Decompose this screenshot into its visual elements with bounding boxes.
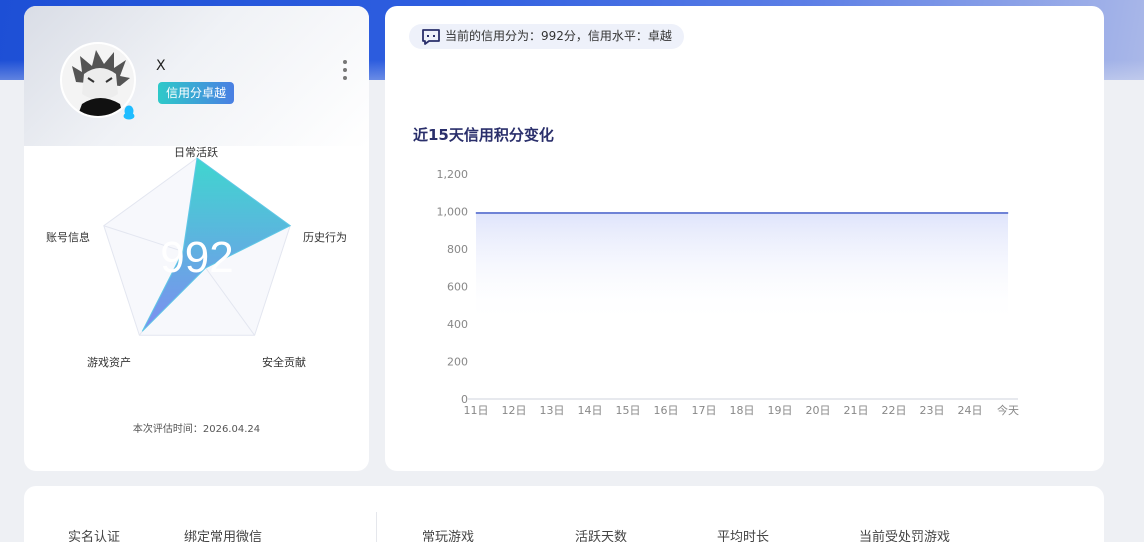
x-tick-label: 22日	[882, 404, 907, 417]
x-tick-label: 17日	[692, 404, 717, 417]
x-tick-label: 今天	[997, 403, 1019, 417]
credit-trend-card: 当前的信用分为：992分，信用水平：卓越 近15天信用积分变化 0 200 400 6…	[385, 6, 1104, 471]
radar-score: 992	[160, 233, 233, 282]
data-point	[969, 212, 971, 214]
data-point	[779, 212, 781, 214]
credit-details-card: 实名认证 绑定常用微信 常玩游戏 活跃天数 平均时长 当前受处罚游戏	[24, 486, 1104, 542]
label-active-days: 活跃天数	[575, 530, 628, 542]
y-tick-label: 800	[447, 243, 468, 256]
x-tick-label: 18日	[730, 404, 755, 417]
label-frequent-games: 常玩游戏	[422, 530, 475, 542]
x-tick-label: 19日	[768, 404, 793, 417]
credit-profile-card: X 信用分卓越 992 日常活跃 历史行为 安全贡献 游戏资产 账号信息 本次评…	[24, 6, 369, 471]
data-point	[741, 212, 743, 214]
y-tick-label: 400	[447, 318, 468, 331]
x-tick-label: 23日	[920, 404, 945, 417]
data-point	[513, 212, 515, 214]
radar-label-account-info: 账号信息	[46, 231, 90, 244]
x-tick-label: 16日	[654, 404, 679, 417]
data-point	[855, 212, 857, 214]
data-point	[931, 212, 933, 214]
radar-label-history-behavior: 历史行为	[303, 231, 347, 244]
y-tick-label: 600	[447, 281, 468, 294]
credit-line-chart: 02004006008001,0001,20011日 12日 13日 14日 15日 16…	[437, 168, 1020, 417]
data-point	[475, 212, 477, 214]
x-tick-label: 14日	[578, 404, 603, 417]
x-tick-label: 15日	[616, 404, 641, 417]
label-bind-wechat: 绑定常用微信	[184, 530, 263, 542]
y-tick-label: 200	[447, 356, 468, 369]
radar-label-daily-activity: 日常活跃	[174, 146, 218, 159]
evaluation-time: 本次评估时间：2026.04.24	[132, 424, 261, 435]
data-point	[627, 212, 629, 214]
divider	[376, 512, 377, 542]
radar-label-game-assets: 游戏资产	[87, 356, 131, 369]
label-average-duration: 平均时长	[717, 530, 770, 542]
data-point	[665, 212, 667, 214]
x-tick-label: 21日	[844, 404, 869, 417]
y-tick-label: 1,000	[437, 206, 469, 219]
data-point	[703, 212, 705, 214]
label-current-penalty-games: 当前受处罚游戏	[859, 530, 951, 542]
x-tick-label: 11日	[464, 404, 489, 417]
x-tick-label: 24日	[958, 404, 983, 417]
series-area	[476, 213, 1008, 324]
data-point	[1007, 212, 1009, 214]
x-tick-label: 13日	[540, 404, 565, 417]
x-tick-label: 12日	[502, 404, 527, 417]
x-tick-label: 20日	[806, 404, 831, 417]
data-point	[589, 212, 591, 214]
y-tick-label: 1,200	[437, 168, 469, 181]
data-point	[893, 212, 895, 214]
radar-label-security-contribution: 安全贡献	[262, 356, 306, 369]
label-real-name-auth: 实名认证	[68, 530, 121, 542]
data-point	[551, 212, 553, 214]
data-point	[817, 212, 819, 214]
